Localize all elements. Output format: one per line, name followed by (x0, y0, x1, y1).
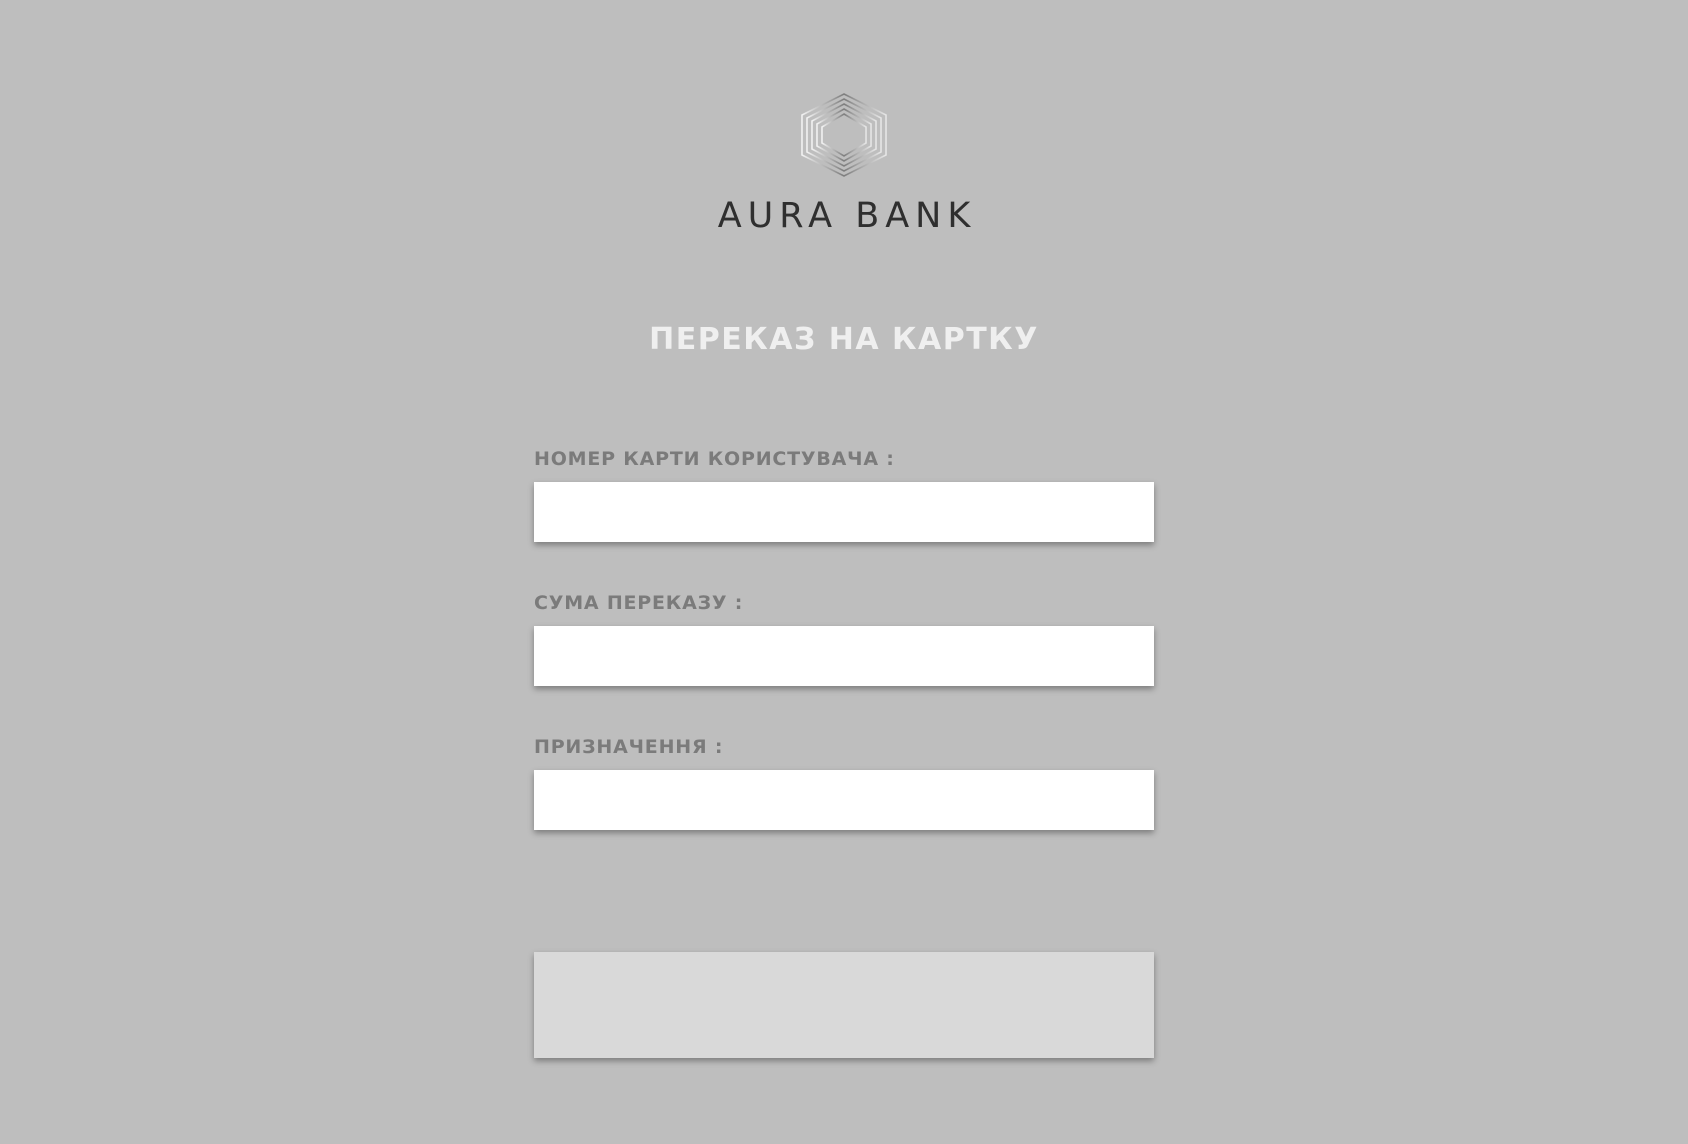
amount-group: СУМА ПЕРЕКАЗУ : (534, 589, 1154, 686)
brand-header: AURA BANK (0, 92, 1688, 236)
hexagon-logo-icon (801, 93, 887, 177)
purpose-label: ПРИЗНАЧЕННЯ : (534, 736, 724, 758)
submit-button[interactable] (534, 952, 1154, 1058)
page-title: ПЕРЕКАЗ НА КАРТКУ (649, 322, 1039, 357)
amount-label: СУМА ПЕРЕКАЗУ : (534, 592, 744, 614)
amount-input[interactable] (534, 626, 1154, 686)
card-number-label: НОМЕР КАРТИ КОРИСТУВАЧА : (534, 448, 895, 470)
card-number-input[interactable] (534, 482, 1154, 542)
purpose-input[interactable] (534, 770, 1154, 830)
card-number-group: НОМЕР КАРТИ КОРИСТУВАЧА : (534, 445, 1154, 542)
brand-name: AURA BANK (717, 196, 977, 236)
transfer-form: НОМЕР КАРТИ КОРИСТУВАЧА : СУМА ПЕРЕКАЗУ … (534, 445, 1154, 877)
purpose-group: ПРИЗНАЧЕННЯ : (534, 733, 1154, 830)
